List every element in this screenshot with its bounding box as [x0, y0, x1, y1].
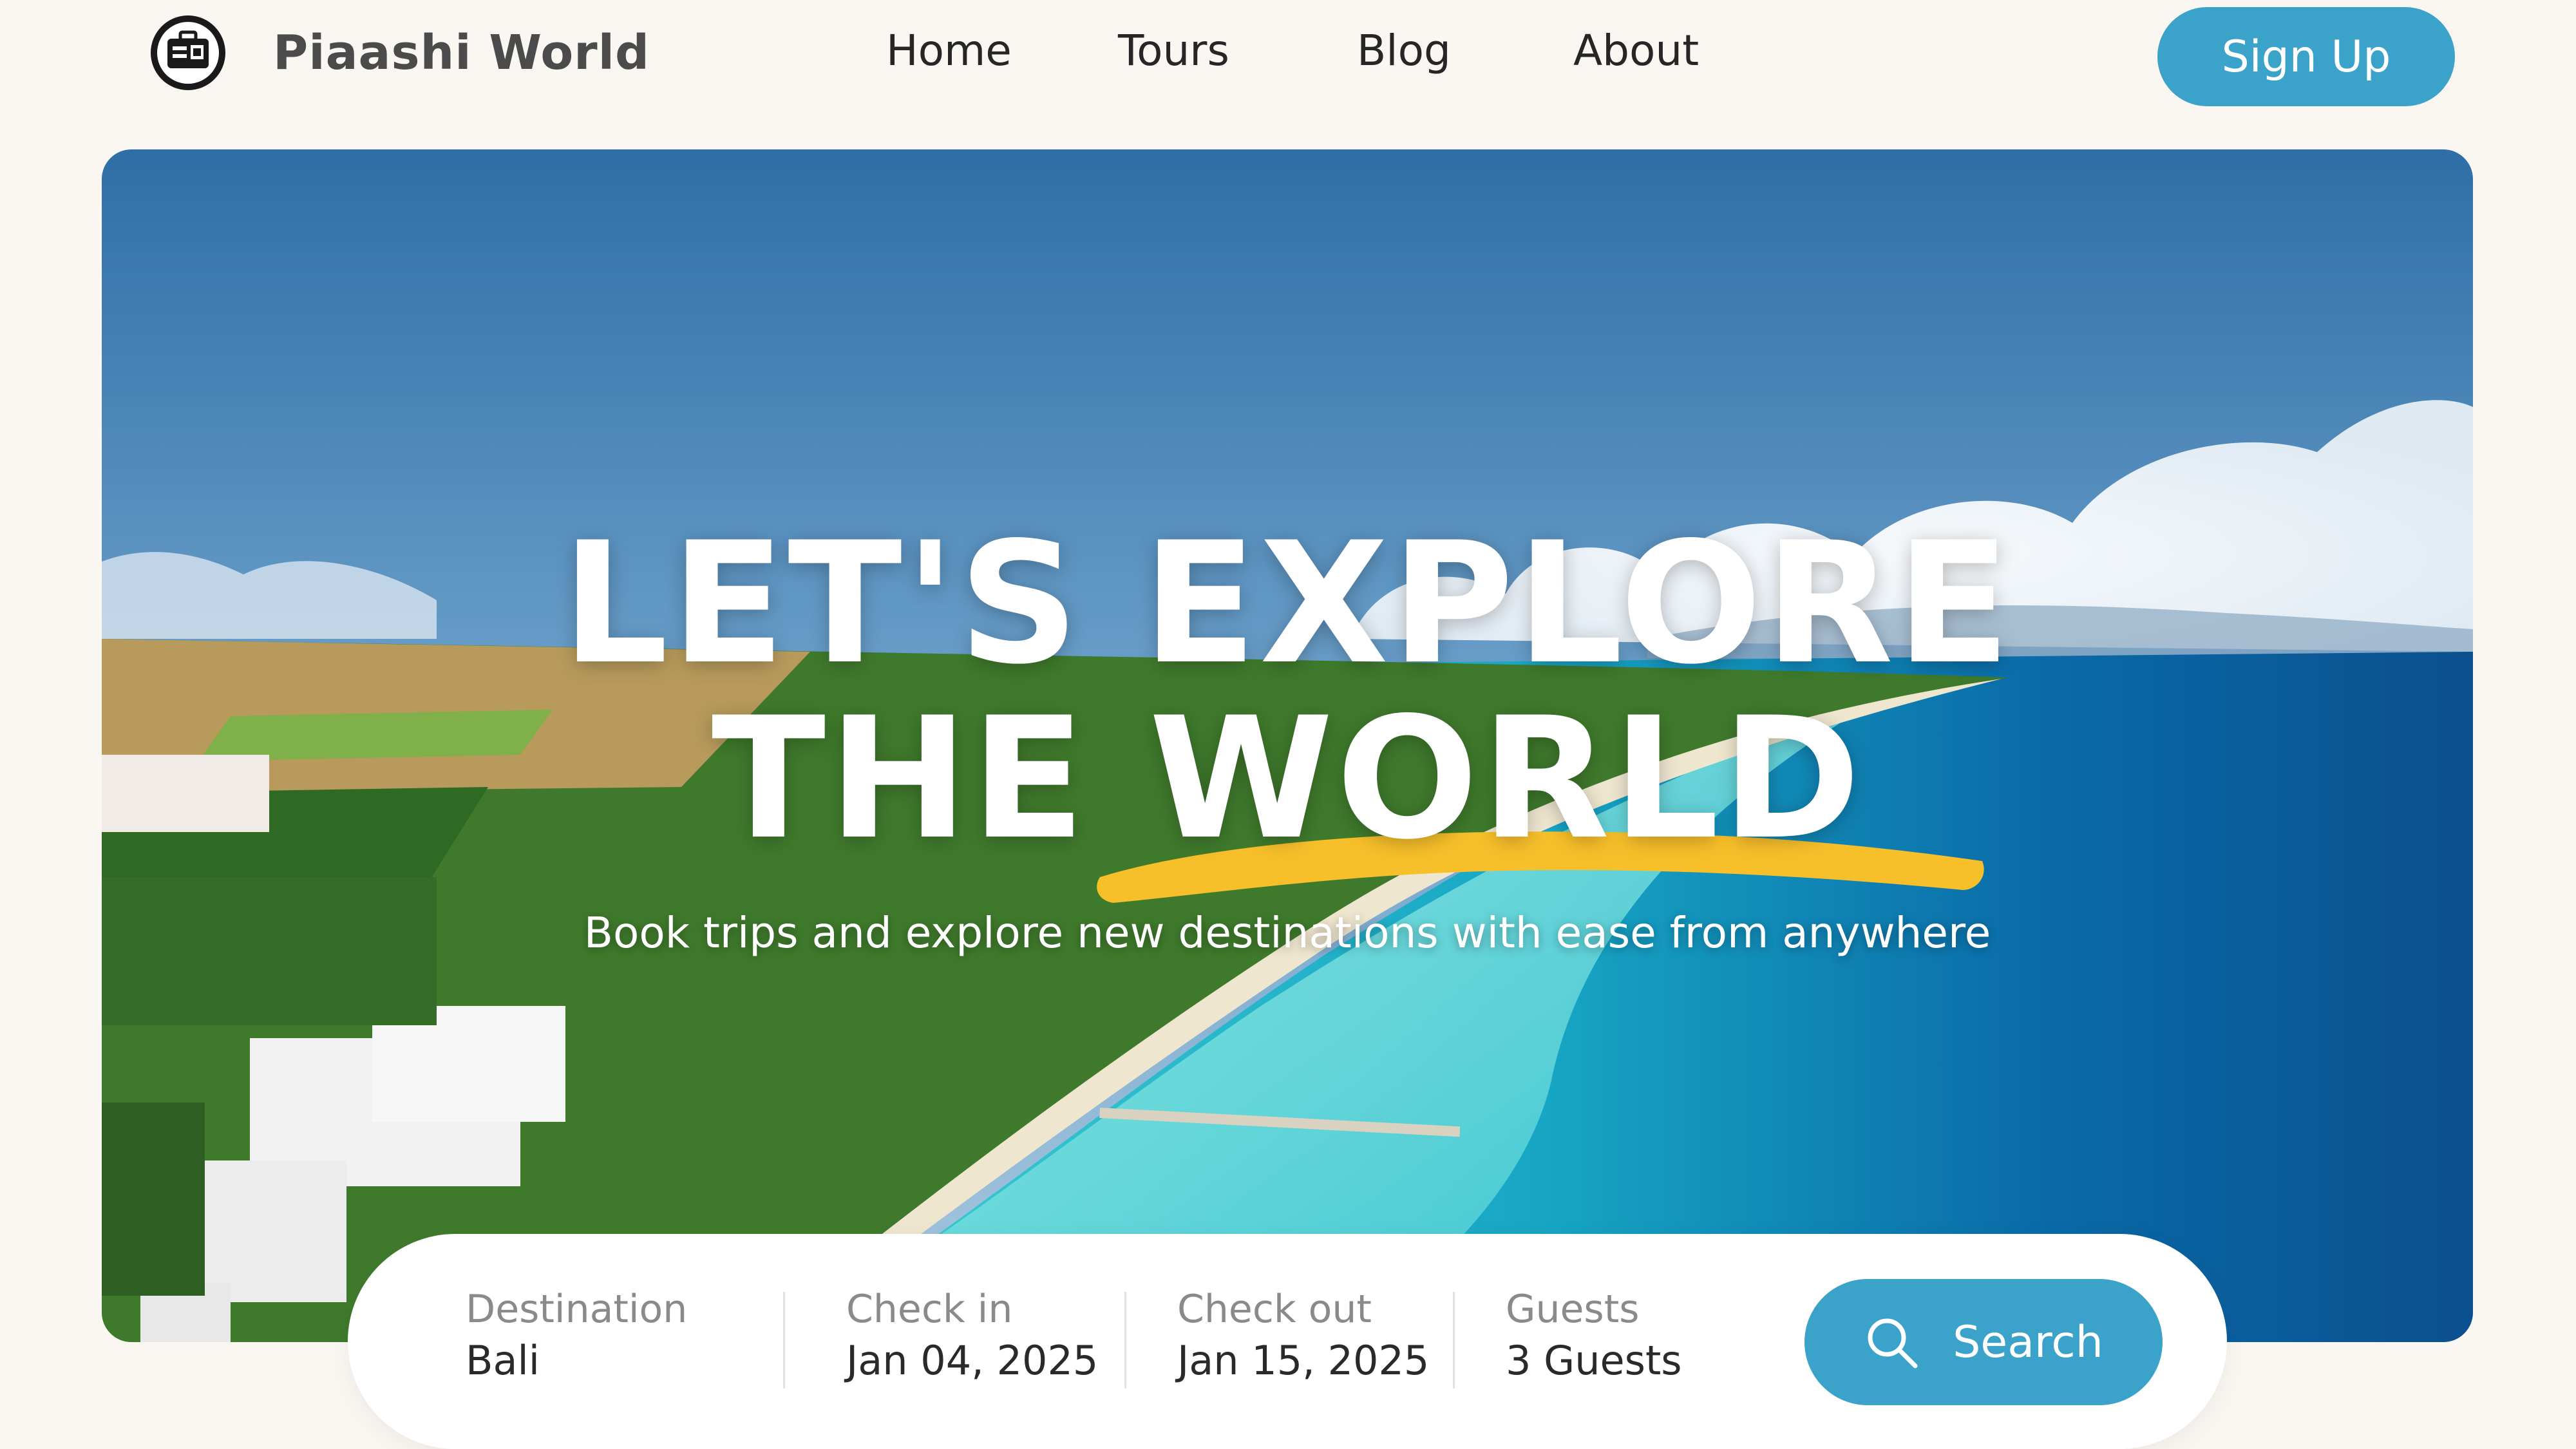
destination-value: Bali: [466, 1337, 540, 1384]
field-divider: [783, 1292, 785, 1388]
check-in-label: Check in: [846, 1287, 1013, 1332]
guests-label: Guests: [1506, 1287, 1640, 1332]
destination-field[interactable]: Destination Bali: [466, 1287, 687, 1384]
nav-home[interactable]: Home: [886, 26, 1012, 75]
check-out-label: Check out: [1177, 1287, 1372, 1332]
field-divider: [1453, 1292, 1455, 1388]
check-in-field[interactable]: Check in Jan 04, 2025: [846, 1287, 1098, 1384]
guests-value: 3 Guests: [1506, 1337, 1682, 1384]
booking-search-bar: Destination Bali Check in Jan 04, 2025 C…: [348, 1234, 2227, 1449]
nav-blog[interactable]: Blog: [1357, 26, 1451, 75]
search-button-label: Search: [1953, 1316, 2103, 1368]
check-in-value: Jan 04, 2025: [846, 1337, 1099, 1384]
landing-page: Piaashi World Home Tours Blog About Sign…: [0, 0, 2576, 1449]
hero-subtitle: Book trips and explore new destinations …: [583, 908, 1991, 958]
nav-tours[interactable]: Tours: [1118, 26, 1229, 75]
signup-button[interactable]: Sign Up: [2157, 7, 2455, 106]
check-out-field[interactable]: Check out Jan 15, 2025: [1177, 1287, 1429, 1384]
nav-about[interactable]: About: [1573, 26, 1699, 75]
hero-title-line1: LET'S EXPLORE: [562, 507, 2013, 701]
field-divider: [1124, 1292, 1126, 1388]
destination-label: Destination: [466, 1287, 688, 1332]
search-icon: [1868, 1318, 1918, 1368]
check-out-value: Jan 15, 2025: [1177, 1337, 1430, 1384]
hero-banner: LET'S EXPLORE THE WORLD Book trips and e…: [102, 149, 2473, 1342]
search-button[interactable]: Search: [1804, 1279, 2163, 1405]
guests-field[interactable]: Guests 3 Guests: [1506, 1287, 1682, 1384]
hero-title-line2: THE WORLD: [711, 682, 1864, 876]
